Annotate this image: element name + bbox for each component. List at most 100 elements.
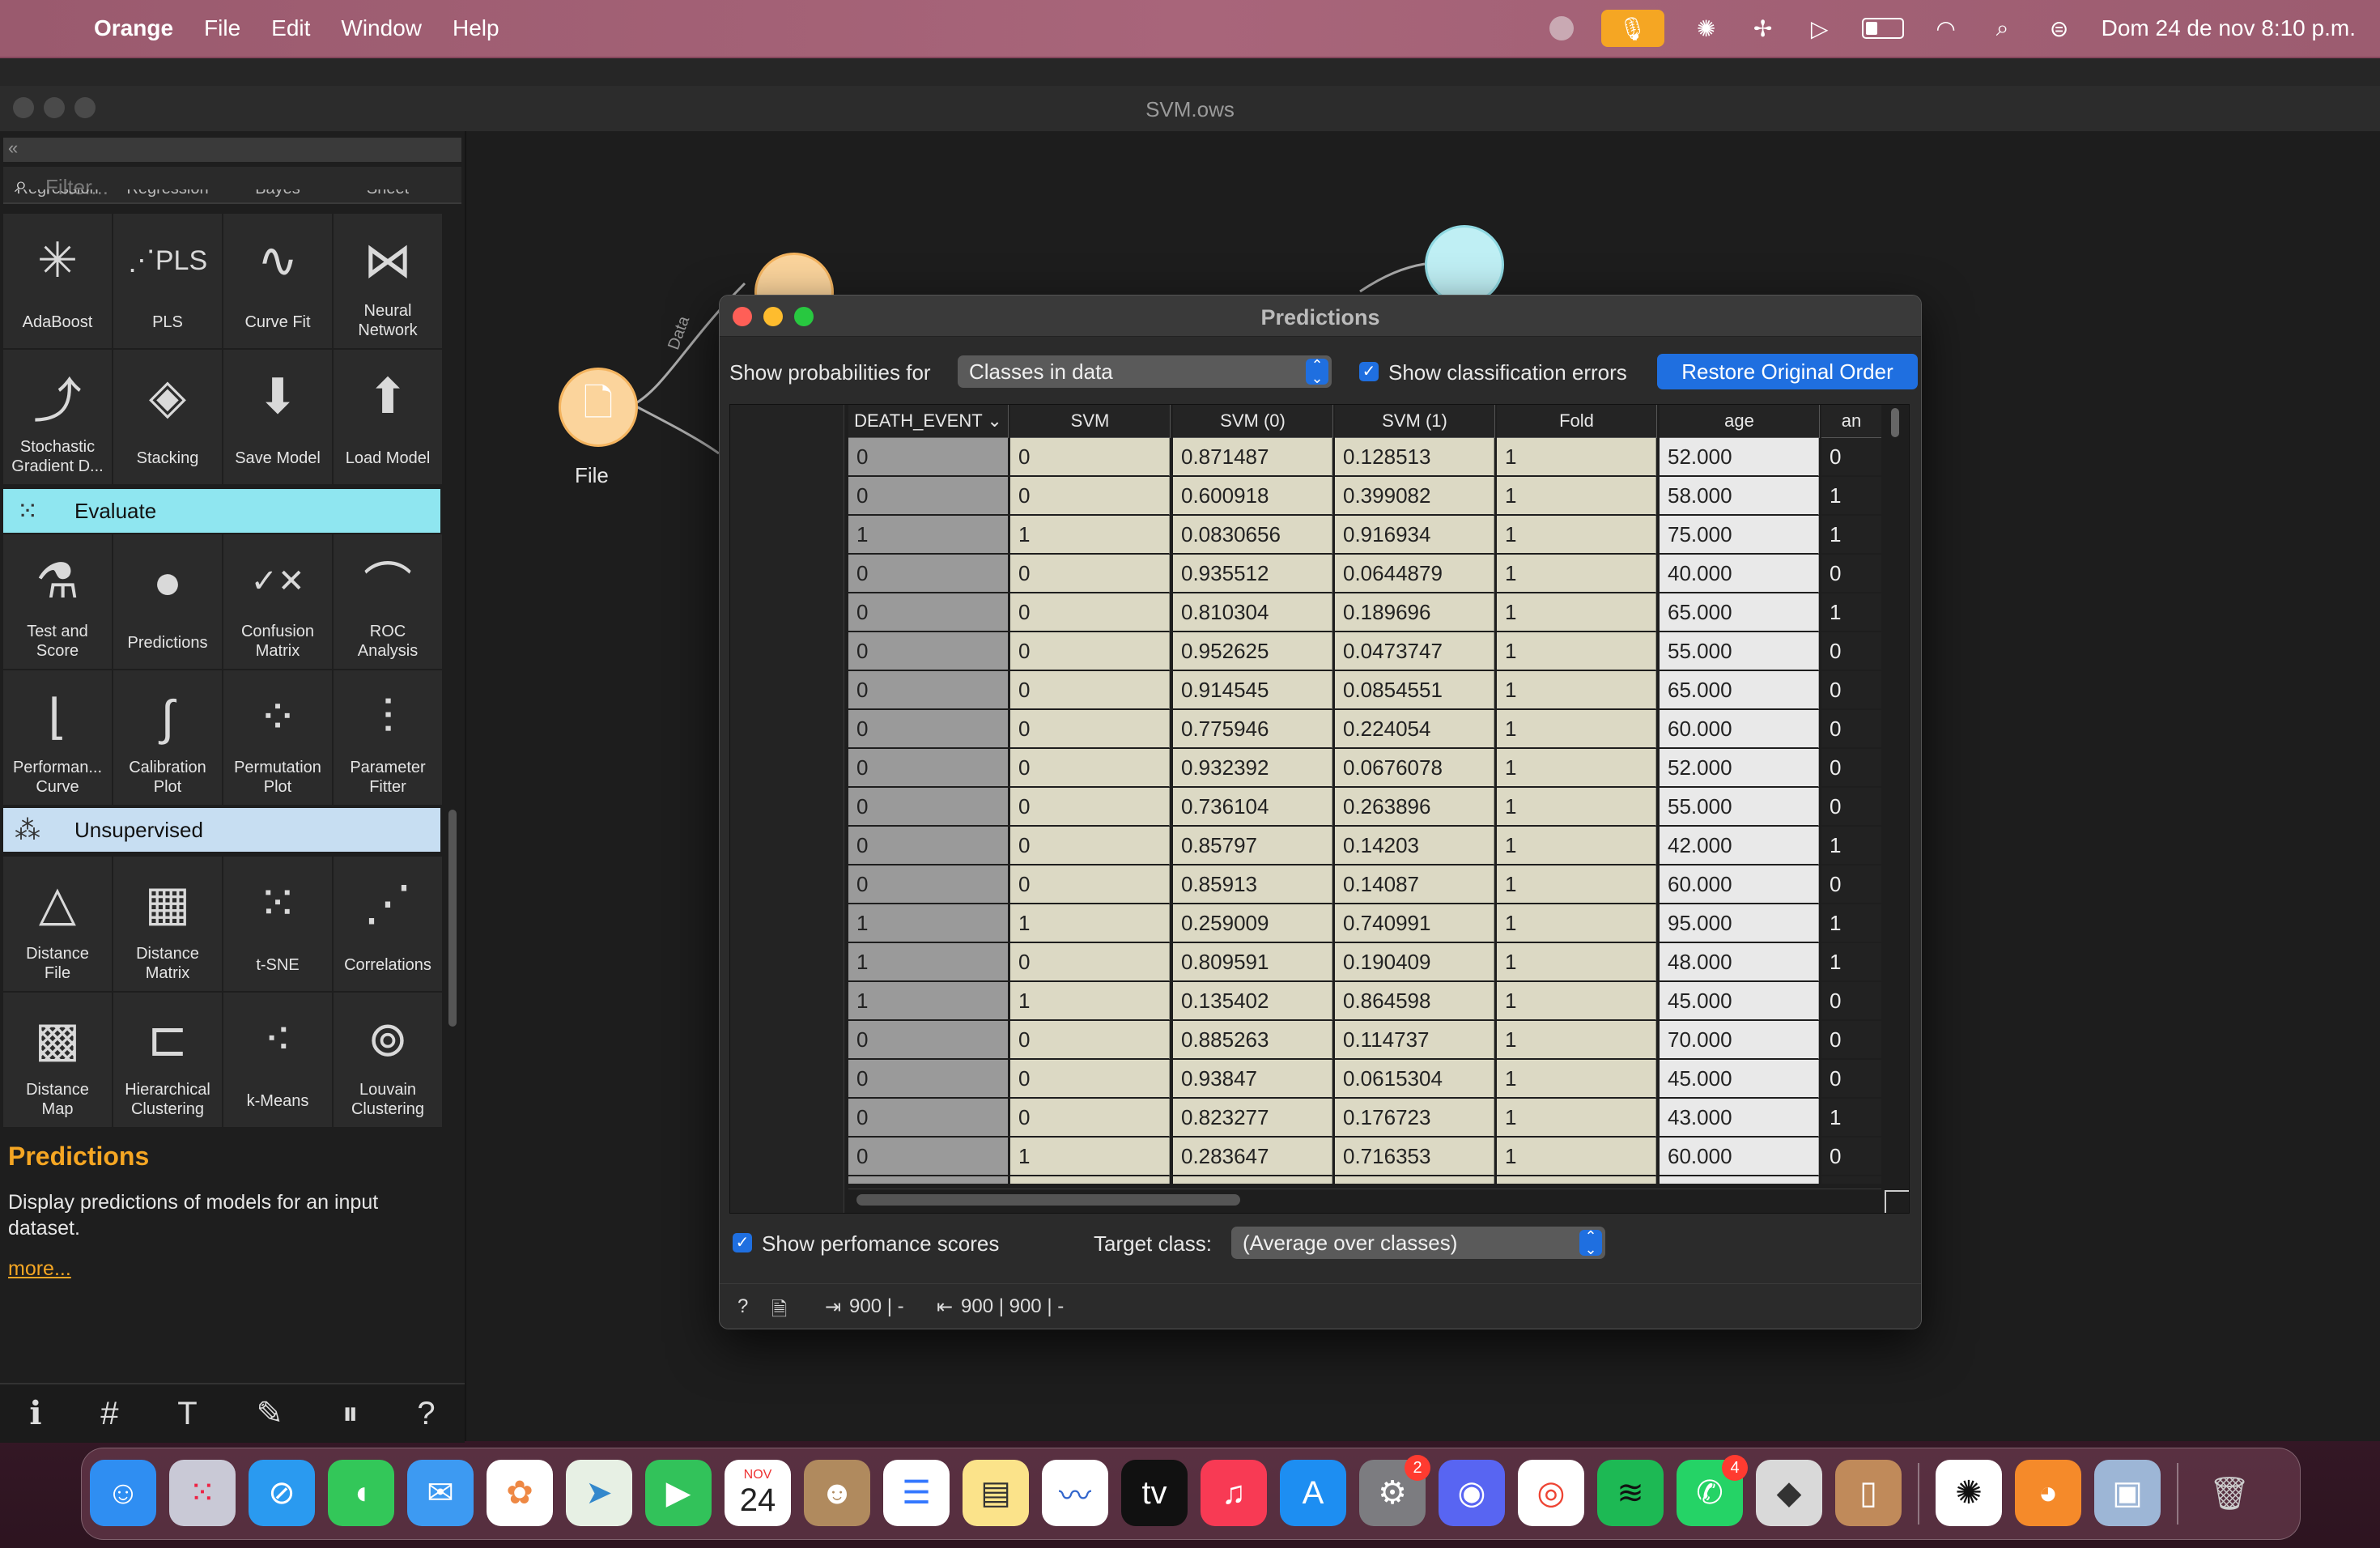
table-cell-death-event[interactable]: 0 bbox=[848, 438, 1008, 476]
table-cell-svm-1[interactable]: 0.263896 bbox=[1335, 788, 1494, 826]
table-cell-death-event[interactable]: 1 bbox=[848, 943, 1008, 981]
table-cell-svm-1[interactable]: 0.916934 bbox=[1335, 516, 1494, 554]
table-cell-svm[interactable]: 1 bbox=[1010, 516, 1170, 554]
table-cell-svm-1[interactable]: 0.716353 bbox=[1335, 1138, 1494, 1176]
column-header-anaemia[interactable]: an bbox=[1821, 405, 1881, 438]
table-cell-age[interactable]: 45.000 bbox=[1660, 982, 1819, 1020]
table-cell-death-event[interactable]: 1 bbox=[848, 982, 1008, 1020]
appstore-icon[interactable]: A bbox=[1280, 1460, 1346, 1526]
table-cell-anaemia[interactable]: 0 bbox=[1821, 1060, 1881, 1098]
table-cell-age[interactable]: 60.000 bbox=[1660, 865, 1819, 904]
table-cell-anaemia[interactable]: 0 bbox=[1821, 555, 1881, 593]
table-cell-age[interactable]: 42.000 bbox=[1660, 827, 1819, 865]
table-cell-svm-0[interactable]: 0.93847 bbox=[1173, 1060, 1332, 1098]
table-cell-fold[interactable]: 1 bbox=[1497, 943, 1656, 981]
trash-icon[interactable]: 🗑 bbox=[2196, 1460, 2263, 1526]
table-cell-svm-0[interactable]: 0.823277 bbox=[1173, 1099, 1332, 1137]
table-cell-anaemia[interactable]: 0 bbox=[1821, 788, 1881, 826]
music-icon[interactable]: ♫ bbox=[1201, 1460, 1267, 1526]
table-cell-death-event[interactable]: 0 bbox=[848, 477, 1008, 515]
table-cell-svm[interactable]: 0 bbox=[1010, 438, 1170, 476]
table-cell-age[interactable]: 58.000 bbox=[1660, 477, 1819, 515]
table-cell-svm-0[interactable]: 0.932392 bbox=[1173, 749, 1332, 787]
table-cell-svm[interactable]: 0 bbox=[1010, 943, 1170, 981]
table-cell-age[interactable]: 43.000 bbox=[1660, 1099, 1819, 1137]
table-cell-anaemia[interactable]: 1 bbox=[1821, 827, 1881, 865]
table-cell-age[interactable]: 95.000 bbox=[1660, 904, 1819, 942]
table-cell-fold[interactable]: 1 bbox=[1497, 1060, 1656, 1098]
table-cell-svm[interactable]: 0 bbox=[1010, 477, 1170, 515]
table-cell-death-event[interactable]: 0 bbox=[848, 1138, 1008, 1176]
contacts-icon[interactable]: ☻ bbox=[804, 1460, 870, 1526]
appletv-icon[interactable]: tv bbox=[1121, 1460, 1188, 1526]
table-cell-svm[interactable]: 0 bbox=[1010, 1099, 1170, 1137]
table-cell-svm-1[interactable]: 0.189696 bbox=[1335, 593, 1494, 632]
table-cell-anaemia[interactable]: 1 bbox=[1821, 516, 1881, 554]
table-cell-fold[interactable]: 1 bbox=[1497, 865, 1656, 904]
table-body[interactable]: DEATH_EVENT ⌄ SVM SVM (0) SVM (1) Fold age an 0… bbox=[848, 405, 1881, 1184]
help-icon[interactable]: ? bbox=[737, 1295, 748, 1318]
table-cell-death-event[interactable]: 1 bbox=[848, 904, 1008, 942]
table-cell-svm-1[interactable]: 0.114737 bbox=[1335, 1021, 1494, 1059]
table-cell-svm-1[interactable]: 0.176723 bbox=[1335, 1099, 1494, 1137]
preview-icon[interactable]: ▣ bbox=[2094, 1460, 2161, 1526]
column-header-death-event[interactable]: DEATH_EVENT ⌄ bbox=[848, 405, 1009, 438]
table-cell-fold[interactable]: 1 bbox=[1497, 904, 1656, 942]
table-cell-svm-0[interactable]: 0.775946 bbox=[1173, 710, 1332, 748]
table-cell-svm[interactable]: 0 bbox=[1010, 1021, 1170, 1059]
table-cell-anaemia[interactable]: 0 bbox=[1821, 632, 1881, 670]
table-cell-fold[interactable]: 1 bbox=[1497, 788, 1656, 826]
table-cell-svm[interactable]: 0 bbox=[1010, 865, 1170, 904]
table-cell-age[interactable]: 52.000 bbox=[1660, 438, 1819, 476]
table-cell-svm[interactable]: 0 bbox=[1010, 593, 1170, 632]
table-cell-age[interactable]: 60.000 bbox=[1660, 1138, 1819, 1176]
table-cell-death-event[interactable]: 0 bbox=[848, 671, 1008, 709]
table-cell-anaemia[interactable]: 0 bbox=[1821, 865, 1881, 904]
table-cell-svm[interactable]: 1 bbox=[1010, 982, 1170, 1020]
table-cell-svm-0[interactable]: 0.283647 bbox=[1173, 1138, 1332, 1176]
table-cell-svm-0[interactable]: 0.871487 bbox=[1173, 438, 1332, 476]
predictions-table[interactable]: DEATH_EVENT ⌄ SVM SVM (0) SVM (1) Fold age an 0… bbox=[729, 404, 1910, 1214]
table-cell-svm-0[interactable]: 0.809591 bbox=[1173, 943, 1332, 981]
table-cell-fold[interactable]: 1 bbox=[1497, 1138, 1656, 1176]
table-cell-svm[interactable]: 0 bbox=[1010, 749, 1170, 787]
table-cell-fold[interactable]: 1 bbox=[1497, 632, 1656, 670]
messages-icon[interactable]: ◖ bbox=[328, 1460, 394, 1526]
table-cell-fold[interactable]: 1 bbox=[1497, 982, 1656, 1020]
report-icon[interactable]: 🗎 bbox=[771, 1295, 787, 1329]
table-cell-anaemia[interactable]: 0 bbox=[1821, 438, 1881, 476]
table-cell-death-event[interactable]: 0 bbox=[848, 827, 1008, 865]
table-cell-svm-1[interactable]: 0.0644879 bbox=[1335, 555, 1494, 593]
column-header-svm-0[interactable]: SVM (0) bbox=[1173, 405, 1333, 438]
table-cell-age[interactable]: 65.000 bbox=[1660, 671, 1819, 709]
table-cell-age[interactable]: 48.000 bbox=[1660, 943, 1819, 981]
table-cell-svm-0[interactable]: 0.952625 bbox=[1173, 632, 1332, 670]
file-node[interactable]: 🗋 bbox=[559, 368, 638, 447]
table-cell-svm-1[interactable]: 0.0473747 bbox=[1335, 632, 1494, 670]
table-cell-age[interactable]: 59.000 bbox=[1660, 1176, 1819, 1184]
table-cell-anaemia[interactable]: 0 bbox=[1821, 1176, 1881, 1184]
discord-icon[interactable]: ◉ bbox=[1439, 1460, 1505, 1526]
table-cell-svm-0[interactable]: 0.810304 bbox=[1173, 593, 1332, 632]
scroll-thumb[interactable] bbox=[1891, 408, 1899, 437]
show-errors-checkbox[interactable]: ✓ bbox=[1359, 362, 1379, 381]
table-cell-svm-1[interactable]: 0.224054 bbox=[1335, 710, 1494, 748]
whatsapp-icon[interactable]: ✆ 4 bbox=[1677, 1455, 1748, 1526]
table-cell-svm[interactable]: 0 bbox=[1010, 710, 1170, 748]
table-cell-svm-0[interactable]: 0.85797 bbox=[1173, 827, 1332, 865]
table-cell-svm-1[interactable]: 0.128513 bbox=[1335, 438, 1494, 476]
photos-icon[interactable]: ✿ bbox=[487, 1460, 553, 1526]
table-cell-svm[interactable]: 1 bbox=[1010, 1138, 1170, 1176]
table-cell-death-event[interactable]: 0 bbox=[848, 749, 1008, 787]
predictions-node[interactable] bbox=[1425, 225, 1504, 304]
table-cell-death-event[interactable]: 0 bbox=[848, 1021, 1008, 1059]
calendar-icon[interactable]: NOV 24 bbox=[725, 1460, 791, 1526]
table-cell-anaemia[interactable]: 0 bbox=[1821, 982, 1881, 1020]
table-cell-fold[interactable]: 1 bbox=[1497, 1021, 1656, 1059]
table-cell-svm-0[interactable]: 0.85913 bbox=[1173, 865, 1332, 904]
table-cell-death-event[interactable]: 1 bbox=[848, 1176, 1008, 1184]
mail-icon[interactable]: ✉ bbox=[407, 1460, 474, 1526]
scroll-thumb[interactable] bbox=[856, 1194, 1240, 1206]
table-cell-death-event[interactable]: 0 bbox=[848, 593, 1008, 632]
table-cell-death-event[interactable]: 0 bbox=[848, 710, 1008, 748]
